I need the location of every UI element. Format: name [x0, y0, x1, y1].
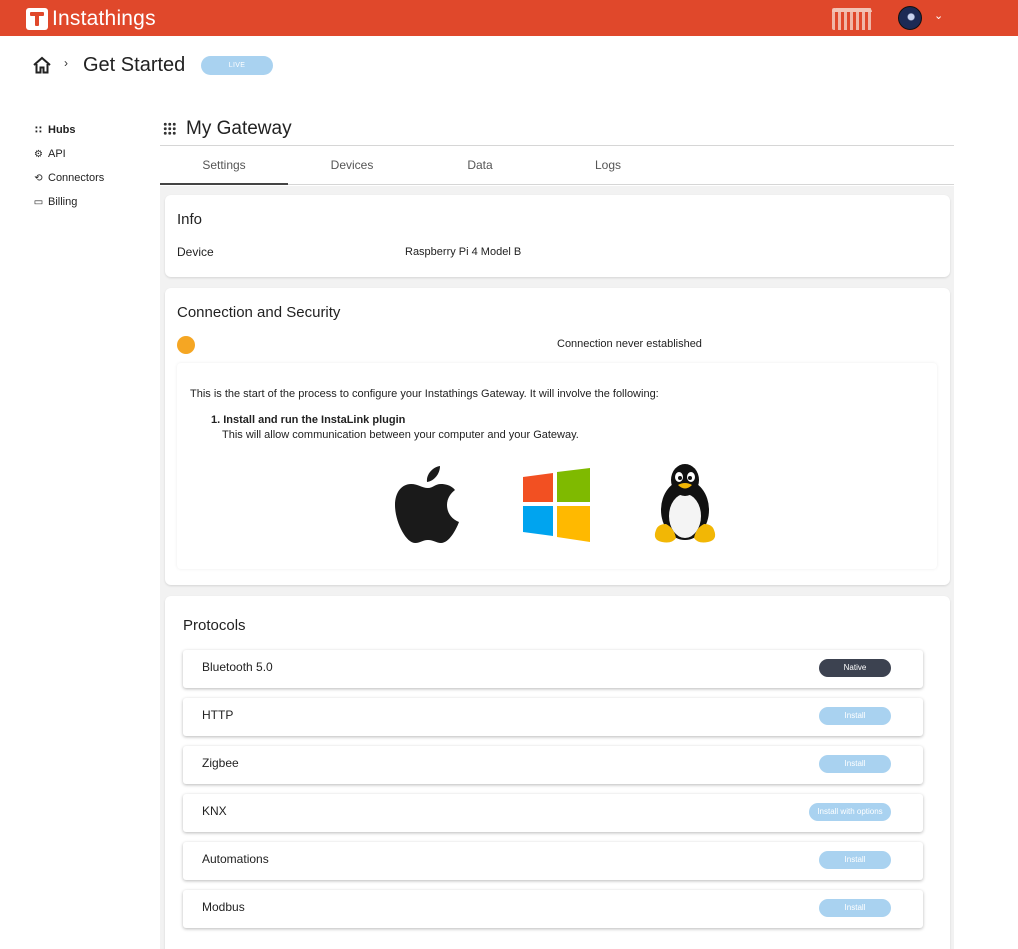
install-button[interactable]: Install: [819, 755, 891, 773]
connection-card: Connection and Security Connection never…: [165, 288, 950, 585]
grid-icon: [163, 122, 176, 135]
tab-settings[interactable]: Settings: [160, 146, 288, 185]
sidebar-item-hubs[interactable]: ∷ Hubs: [33, 118, 104, 142]
grid-icon: ∷: [35, 124, 42, 136]
home-icon[interactable]: [32, 56, 52, 74]
tab-bar: Settings Devices Data Logs: [160, 146, 954, 185]
page-title: Get Started: [83, 54, 186, 76]
step-description: This will allow communication between yo…: [222, 429, 579, 441]
device-label: Device: [177, 245, 214, 259]
sidebar-item-billing[interactable]: ▭ Billing: [33, 190, 104, 214]
info-title: Info: [177, 211, 203, 228]
protocol-name: Modbus: [202, 900, 245, 914]
apple-icon[interactable]: [394, 464, 462, 546]
list-item: KNX Install with options: [183, 794, 923, 832]
protocol-name: Zigbee: [202, 756, 239, 770]
protocols-title: Protocols: [183, 617, 246, 634]
install-button[interactable]: Install: [819, 851, 891, 869]
plug-icon: ⟲: [34, 172, 43, 184]
tab-data[interactable]: Data: [416, 146, 544, 185]
tab-logs[interactable]: Logs: [544, 146, 672, 185]
status-badge: LIVE: [201, 56, 273, 75]
sidebar: ∷ Hubs ⚙ API ⟲ Connectors ▭ Billing: [33, 118, 105, 214]
protocol-name: KNX: [202, 804, 227, 818]
card-icon: ▭: [33, 196, 44, 208]
windows-icon[interactable]: [522, 467, 592, 543]
install-button[interactable]: Install: [819, 707, 891, 725]
install-button[interactable]: Install: [819, 899, 891, 917]
protocol-name: HTTP: [202, 708, 234, 722]
step-title: 1. Install and run the InstaLink plugin: [211, 414, 406, 426]
top-bar: Instathings ⌄: [0, 0, 1018, 36]
list-item: Bluetooth 5.0 Native: [183, 650, 923, 688]
sidebar-item-label: Billing: [48, 196, 78, 208]
protocol-name: Bluetooth 5.0: [202, 660, 273, 674]
sidebar-item-label: Connectors: [48, 172, 105, 184]
linux-icon[interactable]: [650, 462, 720, 544]
connection-status: Connection never established: [557, 338, 702, 350]
list-item: Automations Install: [183, 842, 923, 880]
gear-icon: ⚙: [34, 148, 43, 160]
gateway-title: My Gateway: [186, 118, 292, 139]
sidebar-item-label: API: [48, 148, 66, 160]
colosseum-icon: [832, 8, 872, 30]
sidebar-item-label: Hubs: [48, 124, 76, 136]
status-indicator: [177, 336, 195, 354]
list-item: HTTP Install: [183, 698, 923, 736]
native-button[interactable]: Native: [819, 659, 891, 677]
info-card: Info Device Raspberry Pi 4 Model B: [165, 195, 950, 277]
setup-instructions: This is the start of the process to conf…: [177, 363, 937, 569]
chevron-down-icon[interactable]: ⌄: [934, 9, 943, 22]
list-item: Modbus Install: [183, 890, 923, 928]
app-logo[interactable]: Instathings: [26, 7, 156, 31]
protocol-name: Automations: [202, 852, 269, 866]
protocols-card: Protocols Bluetooth 5.0 Native HTTP Inst…: [165, 596, 950, 949]
device-value: Raspberry Pi 4 Model B: [405, 246, 522, 258]
setup-intro: This is the start of the process to conf…: [190, 388, 659, 400]
tab-devices[interactable]: Devices: [288, 146, 416, 185]
logo-t-icon: [26, 8, 48, 30]
avatar[interactable]: [898, 6, 922, 30]
connection-title: Connection and Security: [177, 304, 341, 321]
install-with-options-button[interactable]: Install with options: [809, 803, 891, 821]
list-item: Zigbee Install: [183, 746, 923, 784]
breadcrumb-separator: ›: [64, 56, 68, 70]
sidebar-item-api[interactable]: ⚙ API: [33, 142, 104, 166]
sidebar-item-connectors[interactable]: ⟲ Connectors: [33, 166, 104, 190]
app-name: Instathings: [52, 7, 156, 30]
